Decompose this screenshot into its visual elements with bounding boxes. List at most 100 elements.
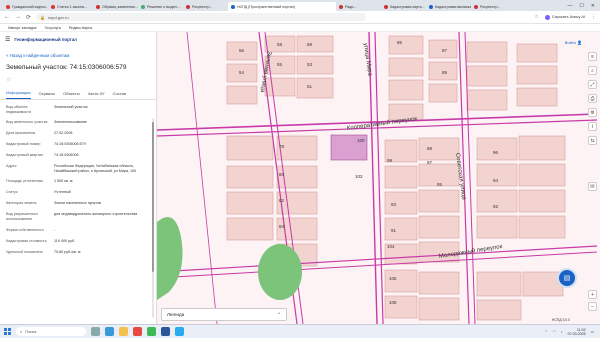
chat-side-icon[interactable]: ✉ <box>588 182 597 191</box>
close-icon[interactable]: ✕ <box>591 3 595 9</box>
favorite-star-icon[interactable]: ☆ <box>0 73 156 86</box>
land-parcel[interactable] <box>522 271 564 297</box>
edge-icon[interactable] <box>105 327 114 336</box>
legend-bar[interactable]: Легенда ⌃ <box>161 308 287 321</box>
browser-tab[interactable]: Решение о выдел... <box>138 2 183 11</box>
land-parcel[interactable] <box>388 57 424 77</box>
land-parcel[interactable] <box>384 191 418 215</box>
attribute-value[interactable]: 119 400 руб. <box>54 239 148 244</box>
measure-icon[interactable]: ⤢ <box>588 80 597 89</box>
land-parcel[interactable] <box>518 135 566 161</box>
explorer-icon[interactable] <box>119 327 128 336</box>
land-parcel[interactable] <box>466 65 508 87</box>
chevron-up-icon[interactable]: ⌃ <box>545 330 548 334</box>
bookmark-item[interactable]: Яндекс.Карты <box>69 26 92 30</box>
reload-icon[interactable]: ⟳ <box>26 14 31 21</box>
tab-services[interactable]: Сервисы <box>39 91 56 99</box>
chrome-icon[interactable] <box>147 327 156 336</box>
alice-button[interactable]: Спросить Алису AI <box>544 14 585 20</box>
land-parcel[interactable] <box>296 55 334 75</box>
cadastral-map[interactable]: 58 59 55 53 51 56 54 98 102 99 97 95 93 91 104 106 108 87… <box>157 32 600 324</box>
tab-objects[interactable]: Объекты <box>63 91 80 99</box>
tab-composition[interactable]: Состав <box>113 91 126 99</box>
attribute-value[interactable]: Учтенный <box>54 190 148 195</box>
land-parcel[interactable] <box>476 299 522 321</box>
land-parcel[interactable] <box>466 41 508 63</box>
land-parcel[interactable] <box>476 271 522 297</box>
minimize-icon[interactable]: — <box>567 3 572 9</box>
attribute-value[interactable]: Земли населенных пунктов <box>54 201 148 206</box>
compare-icon[interactable]: ⇆ <box>588 136 597 145</box>
windows-start-icon[interactable] <box>4 328 11 335</box>
menu-burger-icon[interactable]: ☰ <box>5 36 10 43</box>
land-parcel[interactable] <box>516 65 558 85</box>
browser-tab[interactable]: Росреестр... <box>183 2 228 11</box>
land-parcel[interactable] <box>516 43 558 63</box>
word-icon[interactable] <box>161 327 170 336</box>
browser-tab[interactable]: Кадастровая карта... <box>381 2 426 11</box>
attribute-value[interactable]: для индивидуального жилищного строительс… <box>54 212 148 221</box>
attribute-value[interactable]: Земельный участок <box>54 105 148 114</box>
wifi-icon[interactable]: ◠ <box>553 330 556 334</box>
land-parcel[interactable] <box>418 215 460 239</box>
back-arrow-icon[interactable]: ← <box>4 14 10 20</box>
land-parcel[interactable] <box>476 137 518 161</box>
zoom-out-icon[interactable]: − <box>588 302 597 311</box>
browser-tab[interactable]: Гражданский кодекс... <box>3 2 48 11</box>
login-link[interactable]: Войти 👤 <box>565 40 582 45</box>
land-parcel[interactable] <box>518 163 566 187</box>
attribute-value[interactable]: 74:15:0306006:579 <box>54 142 148 147</box>
clock[interactable]: 11:02 07.03.2025 <box>568 328 586 336</box>
chat-assistant-button[interactable]: ▤ <box>559 270 575 286</box>
land-parcel[interactable] <box>226 191 274 215</box>
bookmark-item[interactable]: Импорт закладок <box>8 26 37 30</box>
zoom-in-icon[interactable]: + <box>588 290 597 299</box>
land-parcel[interactable] <box>518 189 566 213</box>
land-parcel[interactable] <box>264 77 296 97</box>
land-parcel[interactable] <box>226 217 274 241</box>
forward-arrow-icon[interactable]: → <box>15 14 21 20</box>
attribute-value[interactable]: - <box>54 228 148 233</box>
volume-icon[interactable]: ♪ <box>561 330 563 334</box>
browser-tab[interactable]: НСПД (Пространственный портал) <box>228 2 336 11</box>
search-icon[interactable]: ⌕ <box>588 66 597 75</box>
land-parcel[interactable] <box>226 85 258 105</box>
land-parcel[interactable] <box>516 87 558 107</box>
task-view-icon[interactable] <box>91 327 100 336</box>
land-parcel[interactable] <box>296 35 334 53</box>
bookmark-item[interactable]: Госуслуги <box>45 26 61 30</box>
land-parcel[interactable] <box>418 137 460 161</box>
attribute-value[interactable]: 79,60 руб./кв. м <box>54 250 148 255</box>
land-parcel[interactable] <box>276 217 318 241</box>
attribute-value[interactable]: 27.02.2008 <box>54 131 148 136</box>
attribute-value[interactable]: Землепользование <box>54 120 148 125</box>
url-input[interactable]: 🔒 nspd.gov.ru <box>36 13 367 21</box>
gear-icon[interactable]: ⚙ <box>588 108 597 117</box>
land-parcel[interactable] <box>384 165 418 189</box>
land-parcel[interactable] <box>428 83 458 103</box>
attribute-value[interactable]: 74:15:0306006 <box>54 153 148 158</box>
info-icon[interactable]: i <box>588 122 597 131</box>
layers-icon[interactable]: ≡ <box>588 52 597 61</box>
land-parcel[interactable] <box>476 215 518 239</box>
menu-icon[interactable]: ⋮ <box>591 14 596 20</box>
land-parcel[interactable] <box>226 165 274 189</box>
attribute-value[interactable]: Российская Федерация, Челябинская област… <box>54 164 148 173</box>
panel-scrollbar-thumb[interactable] <box>152 122 154 272</box>
yandex-browser-icon[interactable] <box>133 327 142 336</box>
telegram-icon[interactable] <box>175 327 184 336</box>
notification-icon[interactable]: ▭ <box>591 330 594 334</box>
land-parcel[interactable] <box>388 79 424 101</box>
browser-tab[interactable]: Кадастровая выписка... <box>426 2 471 11</box>
browser-tab[interactable]: Росреестр... <box>471 2 516 11</box>
land-parcel[interactable] <box>384 269 418 293</box>
land-parcel[interactable] <box>276 191 318 215</box>
land-parcel[interactable] <box>226 135 274 161</box>
land-parcel[interactable] <box>296 77 334 99</box>
bookmark-star-icon[interactable]: ☆ <box>534 14 538 20</box>
back-to-results-link[interactable]: < Назад к найденным объектам <box>0 45 156 62</box>
browser-tab[interactable]: Статья 1 закона... <box>48 2 93 11</box>
land-parcel[interactable] <box>518 215 566 239</box>
attribute-value[interactable]: 1 500 кв. м <box>54 179 148 184</box>
browser-tab[interactable]: Ради... <box>336 2 381 11</box>
